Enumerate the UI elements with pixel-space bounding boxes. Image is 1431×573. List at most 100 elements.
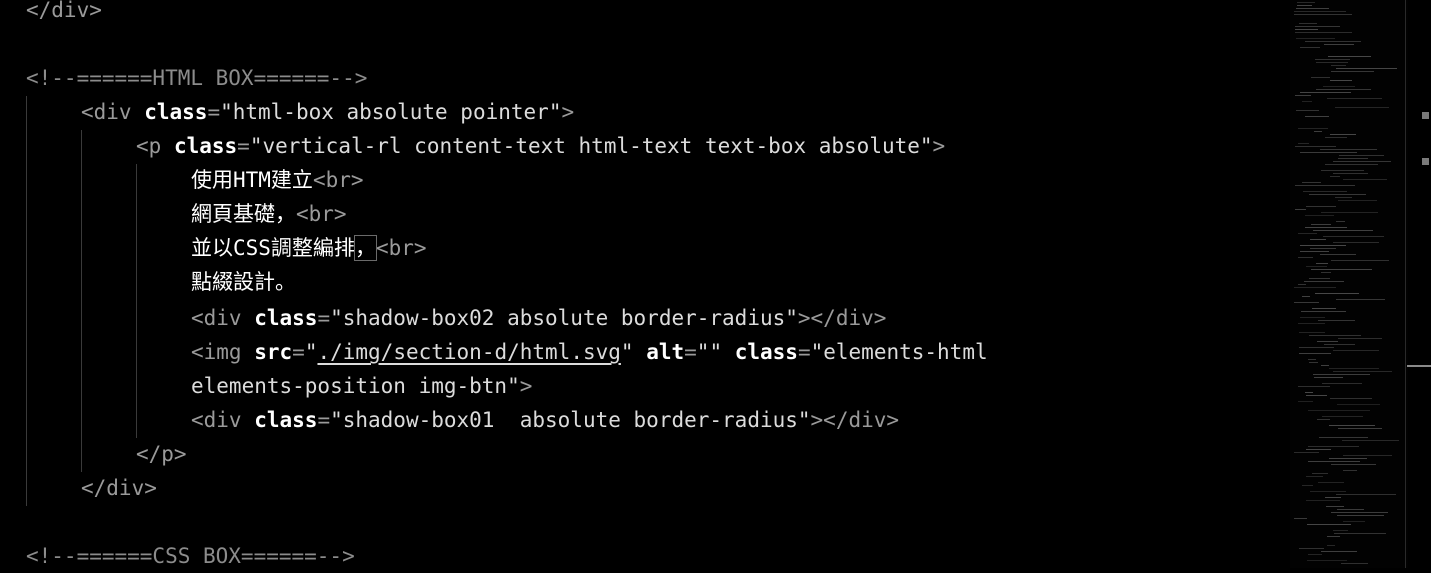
code-token: > <box>519 374 533 398</box>
minimap-line <box>1307 524 1351 525</box>
code-token: alt <box>646 340 685 364</box>
minimap-line <box>1298 233 1317 234</box>
code-line[interactable]: <div class="html-box absolute pointer"> <box>81 95 574 129</box>
minimap-line <box>1333 173 1368 174</box>
minimap-line <box>1306 449 1331 450</box>
minimap-line <box>1304 281 1344 282</box>
code-token: <div <box>191 306 255 330</box>
minimap-line <box>1338 158 1368 159</box>
code-line[interactable]: elements-position img-btn"> <box>191 369 532 403</box>
code-token: src <box>254 340 293 364</box>
code-token: <p <box>136 134 174 158</box>
code-token: = <box>237 134 250 158</box>
code-line[interactable]: </div> <box>81 471 157 505</box>
minimap-line <box>1343 455 1392 456</box>
minimap-line <box>1331 71 1374 72</box>
minimap-line <box>1302 182 1321 183</box>
minimap-line <box>1295 146 1336 147</box>
code-editor[interactable]: </div> <!--======HTML BOX======--> <div cl… <box>0 0 1290 568</box>
minimap-line <box>1334 533 1386 534</box>
minimap-line <box>1323 236 1384 237</box>
code-token: ></div> <box>810 408 900 432</box>
minimap-line <box>1306 395 1327 396</box>
minimap-line <box>1299 353 1331 354</box>
code-token: <!--======HTML BOX======--> <box>26 66 368 90</box>
code-token: "shadow-box02 absolute border-radius" <box>330 306 798 330</box>
minimap-line <box>1327 536 1340 537</box>
code-line[interactable]: 並以CSS調整編排，<br> <box>191 231 427 265</box>
minimap-line <box>1315 59 1350 60</box>
minimap-line <box>1330 134 1356 135</box>
minimap-line <box>1306 206 1336 207</box>
code-token: 並以CSS調整編排 <box>191 236 355 260</box>
minimap-line <box>1305 116 1329 117</box>
minimap-line <box>1298 323 1325 324</box>
minimap-line <box>1331 464 1376 465</box>
minimap[interactable] <box>1290 0 1408 568</box>
minimap-line <box>1342 440 1399 441</box>
code-line[interactable]: </div> <box>26 0 102 27</box>
code-line[interactable]: 使用HTM建立<br> <box>191 163 364 197</box>
code-token: 點綴設計。 <box>191 270 296 294</box>
minimap-line <box>1294 11 1346 12</box>
code-line[interactable]: <div class="shadow-box02 absolute border… <box>191 301 886 335</box>
code-token: "shadow-box01 absolute border-radius" <box>330 408 811 432</box>
minimap-line <box>1300 251 1329 252</box>
code-line[interactable]: <!--======HTML BOX======--> <box>26 61 367 95</box>
code-token: </div> <box>81 476 157 500</box>
code-line[interactable]: <div class="shadow-box01 absolute border… <box>191 403 899 437</box>
minimap-line <box>1299 548 1324 549</box>
minimap-line <box>1305 227 1347 228</box>
minimap-line <box>1311 77 1330 78</box>
minimap-line <box>1298 143 1309 144</box>
minimap-line <box>1339 155 1384 156</box>
minimap-line <box>1317 341 1338 342</box>
minimap-line <box>1333 242 1379 243</box>
minimap-line <box>1322 416 1363 417</box>
minimap-line <box>1310 491 1346 492</box>
code-token: class <box>254 408 318 432</box>
minimap-line <box>1300 317 1325 318</box>
minimap-divider <box>1405 0 1406 568</box>
minimap-line <box>1341 563 1368 564</box>
minimap-line <box>1324 44 1354 45</box>
minimap-line <box>1294 287 1336 288</box>
code-token: <br> <box>296 202 347 226</box>
minimap-line <box>1296 110 1319 111</box>
minimap-line <box>1336 494 1396 495</box>
minimap-line <box>1330 398 1372 399</box>
minimap-line <box>1311 224 1331 225</box>
minimap-line <box>1319 437 1368 438</box>
minimap-line <box>1298 401 1313 402</box>
minimap-line <box>1298 128 1328 129</box>
minimap-line <box>1318 482 1344 483</box>
minimap-line <box>1329 425 1375 426</box>
minimap-line <box>1299 23 1317 24</box>
minimap-line <box>1337 509 1364 510</box>
minimap-line <box>1297 2 1315 3</box>
code-line[interactable]: <p class="vertical-rl content-text html-… <box>136 129 945 163</box>
code-line[interactable]: <img src="./img/section-d/html.svg" alt=… <box>191 335 988 369</box>
code-token: > <box>561 100 575 124</box>
minimap-line <box>1324 344 1355 345</box>
minimap-line <box>1343 521 1365 522</box>
minimap-line <box>1306 500 1340 501</box>
code-line[interactable]: </p> <box>136 437 187 471</box>
minimap-line <box>1294 14 1352 15</box>
minimap-line <box>1335 197 1352 198</box>
code-token: </p> <box>136 442 187 466</box>
minimap-line <box>1320 149 1377 150</box>
minimap-line <box>1333 161 1391 162</box>
minimap-line <box>1331 512 1388 513</box>
minimap-line <box>1295 209 1306 210</box>
code-line[interactable]: 網頁基礎，<br> <box>191 197 347 231</box>
minimap-line <box>1295 26 1340 27</box>
scrollbar-position[interactable] <box>1407 365 1431 367</box>
minimap-line <box>1298 257 1313 258</box>
minimap-line <box>1306 476 1323 477</box>
minimap-line <box>1330 80 1352 81</box>
minimap-line <box>1305 215 1334 216</box>
minimap-line <box>1306 266 1327 267</box>
code-line[interactable]: 點綴設計。 <box>191 265 296 299</box>
minimap-line <box>1325 497 1341 498</box>
